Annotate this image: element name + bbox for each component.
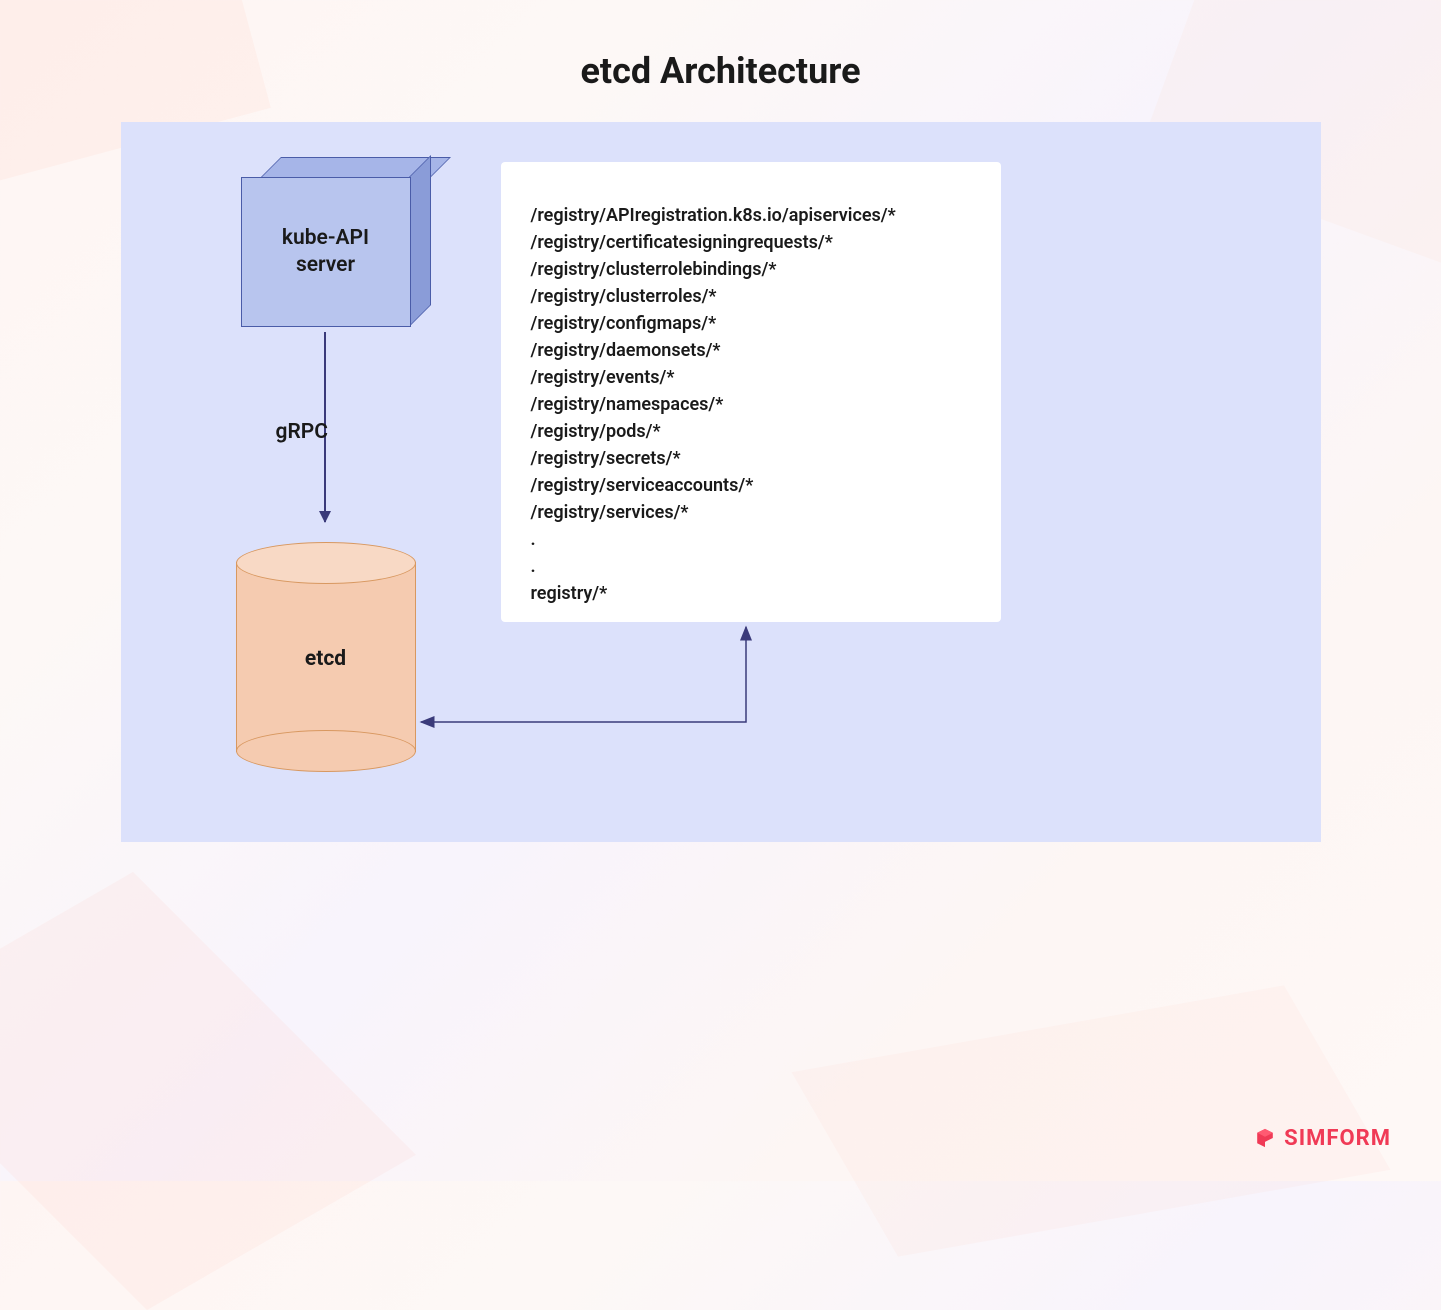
- kube-api-server-box: kube-API server: [241, 177, 411, 327]
- brand-name: SIMFORM: [1284, 1126, 1391, 1151]
- cylinder-top: [236, 542, 416, 584]
- registry-path: /registry/clusterroles/*: [531, 283, 971, 310]
- registry-path: /registry/events/*: [531, 364, 971, 391]
- kube-api-label: kube-API server: [282, 225, 369, 280]
- etcd-registry-arrow: [416, 622, 766, 742]
- registry-path: /registry/certificatesigningrequests/*: [531, 229, 971, 256]
- registry-path: /registry/pods/*: [531, 418, 971, 445]
- registry-path: /registry/services/*: [531, 499, 971, 526]
- registry-path: .: [531, 553, 971, 580]
- grpc-label: gRPC: [276, 420, 329, 444]
- bg-decoration: [0, 872, 416, 1310]
- etcd-cylinder: etcd: [236, 542, 416, 752]
- registry-list: /registry/APIregistration.k8s.io/apiserv…: [531, 202, 971, 607]
- diagram-title: etcd Architecture: [0, 0, 1441, 122]
- registry-path: /registry/serviceaccounts/*: [531, 472, 971, 499]
- registry-paths-box: /registry/APIregistration.k8s.io/apiserv…: [501, 162, 1001, 622]
- registry-path: /registry/clusterrolebindings/*: [531, 256, 971, 283]
- simform-icon: [1252, 1125, 1278, 1151]
- kube-api-line1: kube-API: [282, 226, 369, 250]
- registry-path: registry/*: [531, 580, 971, 607]
- box-side-face: [409, 155, 431, 327]
- etcd-label: etcd: [236, 647, 416, 671]
- box-front-face: kube-API server: [241, 177, 411, 327]
- registry-path: /registry/namespaces/*: [531, 391, 971, 418]
- registry-path: .: [531, 526, 971, 553]
- cylinder-bottom: [236, 730, 416, 772]
- registry-path: /registry/APIregistration.k8s.io/apiserv…: [531, 202, 971, 229]
- registry-path: /registry/daemonsets/*: [531, 337, 971, 364]
- diagram-canvas: kube-API server gRPC etcd /registry/APIr…: [121, 122, 1321, 842]
- bg-decoration: [792, 985, 1391, 1256]
- brand-logo: SIMFORM: [1252, 1125, 1391, 1151]
- registry-path: /registry/secrets/*: [531, 445, 971, 472]
- kube-api-line2: server: [296, 253, 355, 277]
- registry-path: /registry/configmaps/*: [531, 310, 971, 337]
